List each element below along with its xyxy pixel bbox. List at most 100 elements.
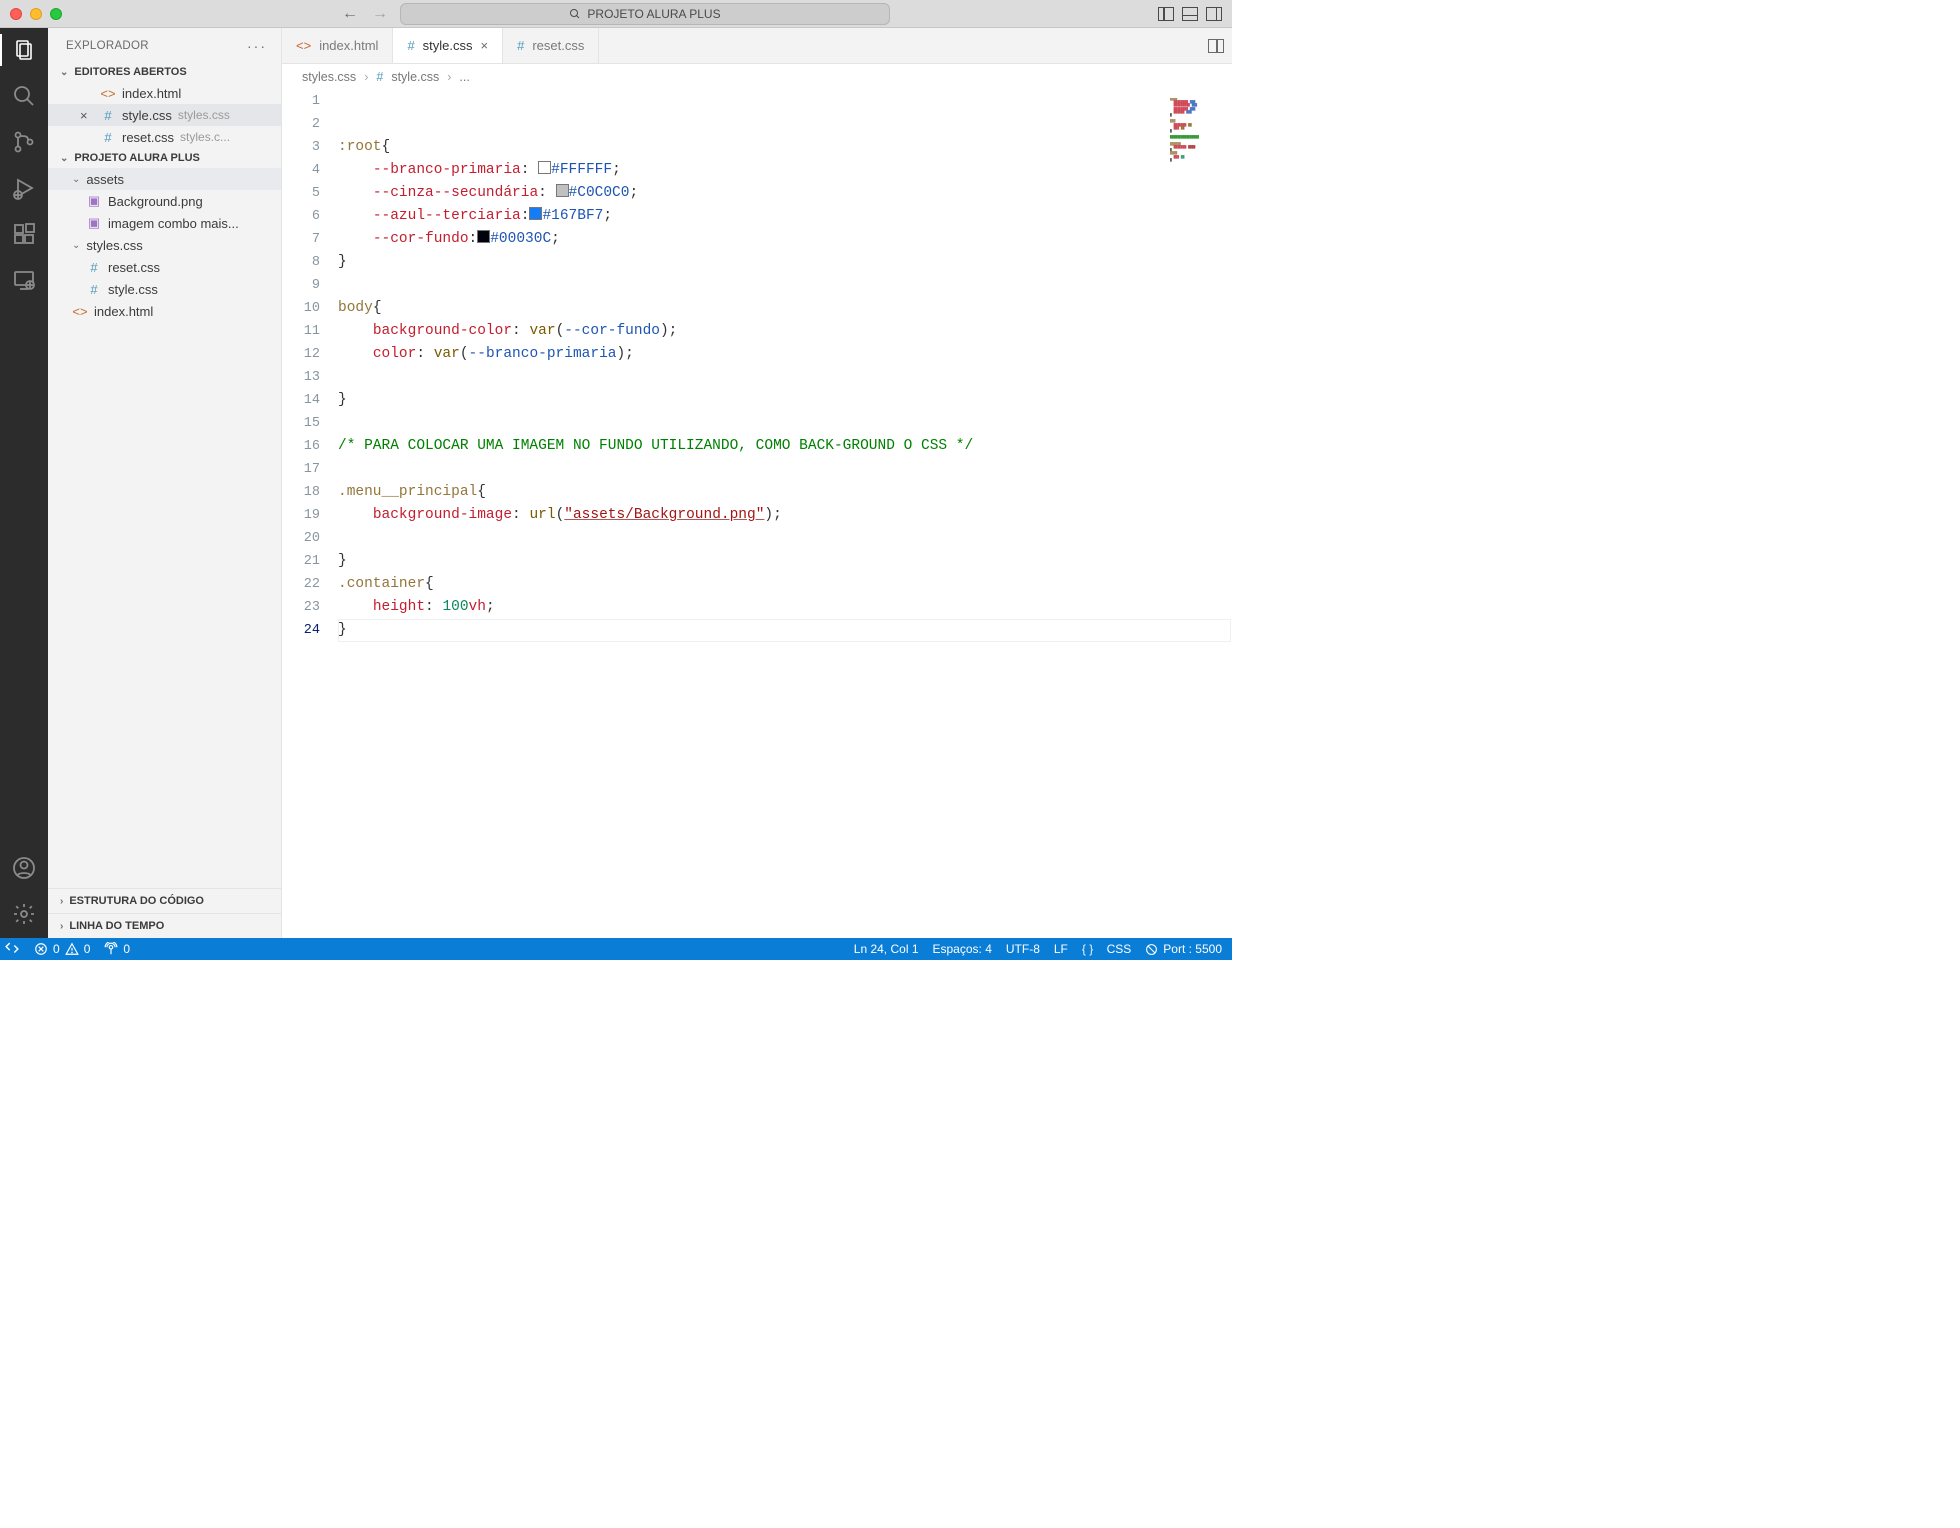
chevron-right-icon: › [60, 896, 63, 907]
editor-area: <> index.html # style.css × # reset.css … [282, 28, 1232, 938]
close-window-button[interactable] [10, 8, 22, 20]
language-indicator[interactable]: { } CSS [1082, 942, 1131, 956]
file-item[interactable]: <> index.html [48, 300, 281, 322]
activity-bar [0, 28, 48, 938]
breadcrumb[interactable]: styles.css › # style.css › ... [282, 64, 1232, 90]
encoding-indicator[interactable]: UTF-8 [1006, 942, 1040, 956]
editor-tabs: <> index.html # style.css × # reset.css [282, 28, 1232, 64]
minimap[interactable]: ████ ████████ ███ █████████ ███ ████████… [1170, 98, 1226, 162]
split-editor-icon[interactable] [1208, 39, 1224, 53]
tab-style-css[interactable]: # style.css × [393, 28, 503, 63]
file-path-hint: styles.css [178, 108, 230, 122]
color-swatch [529, 207, 542, 220]
color-swatch [477, 230, 490, 243]
file-path-hint: styles.c... [180, 130, 230, 144]
eol-indicator[interactable]: LF [1054, 942, 1068, 956]
css-file-icon: # [517, 38, 524, 53]
toggle-panel-icon[interactable] [1182, 7, 1198, 21]
project-section-label: PROJETO ALURA PLUS [74, 152, 200, 164]
remote-explorer-activity-icon[interactable] [10, 266, 38, 294]
folder-label: styles.css [86, 238, 142, 253]
maximize-window-button[interactable] [50, 8, 62, 20]
file-label: imagem combo mais... [108, 216, 239, 231]
nav-forward-icon[interactable]: → [372, 5, 388, 23]
file-label: reset.css [108, 260, 160, 275]
file-label: Background.png [108, 194, 203, 209]
close-tab-icon[interactable]: × [481, 38, 489, 53]
extensions-activity-icon[interactable] [10, 220, 38, 248]
project-section[interactable]: ⌄ PROJETO ALURA PLUS [48, 148, 281, 168]
breadcrumb-symbol[interactable]: ... [459, 70, 469, 84]
command-center-text: PROJETO ALURA PLUS [587, 7, 720, 21]
html-file-icon: <> [100, 86, 116, 101]
folder-item[interactable]: ⌄ assets [48, 168, 281, 190]
open-editors-label: EDITORES ABERTOS [74, 66, 186, 78]
indentation-indicator[interactable]: Espaços: 4 [933, 942, 992, 956]
file-item[interactable]: ▣ imagem combo mais... [48, 212, 281, 234]
code-editor[interactable]: 123456789101112131415161718192021222324 … [282, 90, 1232, 938]
css-file-icon: # [100, 130, 116, 145]
css-file-icon: # [86, 260, 102, 275]
file-label: style.css [108, 282, 158, 297]
breadcrumb-file[interactable]: style.css [391, 70, 439, 84]
css-file-icon: # [376, 70, 383, 84]
accounts-activity-icon[interactable] [10, 854, 38, 882]
file-item[interactable]: # reset.css [48, 256, 281, 278]
remote-indicator[interactable] [0, 938, 24, 960]
file-item[interactable]: # style.css [48, 278, 281, 300]
tab-reset-css[interactable]: # reset.css [503, 28, 599, 63]
problems-indicator[interactable]: 0 0 [34, 942, 90, 956]
live-server-indicator[interactable]: Port : 5500 [1145, 942, 1222, 956]
source-control-activity-icon[interactable] [10, 128, 38, 156]
line-numbers: 123456789101112131415161718192021222324 [282, 90, 338, 938]
file-label: index.html [122, 86, 181, 101]
open-editor-item[interactable]: × # style.css styles.css [48, 104, 281, 126]
search-activity-icon[interactable] [10, 82, 38, 110]
open-editor-item[interactable]: # reset.css styles.c... [48, 126, 281, 148]
chevron-down-icon: ⌄ [60, 67, 68, 78]
run-debug-activity-icon[interactable] [10, 174, 38, 202]
tab-label: style.css [423, 38, 473, 53]
explorer-more-icon[interactable]: ··· [247, 38, 267, 54]
open-editor-item[interactable]: <> index.html [48, 82, 281, 104]
window-controls [10, 8, 62, 20]
toggle-secondary-sidebar-icon[interactable] [1206, 7, 1222, 21]
color-swatch [556, 184, 569, 197]
chevron-right-icon: › [60, 921, 63, 932]
minimize-window-button[interactable] [30, 8, 42, 20]
tab-index-html[interactable]: <> index.html [282, 28, 393, 63]
outline-section[interactable]: › ESTRUTURA DO CÓDIGO [48, 888, 281, 913]
close-icon[interactable]: × [80, 108, 94, 123]
html-file-icon: <> [72, 304, 88, 319]
breadcrumb-folder[interactable]: styles.css [302, 70, 356, 84]
chevron-right-icon: › [364, 70, 368, 84]
explorer-activity-icon[interactable] [10, 36, 38, 64]
open-editors-list: <> index.html × # style.css styles.css #… [48, 82, 281, 148]
timeline-section[interactable]: › LINHA DO TEMPO [48, 913, 281, 938]
folder-item[interactable]: ⌄ styles.css [48, 234, 281, 256]
nav-arrows: ← → [342, 5, 388, 23]
file-tree: ⌄ assets ▣ Background.png ▣ imagem combo… [48, 168, 281, 322]
toggle-primary-sidebar-icon[interactable] [1158, 7, 1174, 21]
ports-indicator[interactable]: 0 [104, 942, 130, 956]
file-label: style.css [122, 108, 172, 123]
file-label: reset.css [122, 130, 174, 145]
settings-activity-icon[interactable] [10, 900, 38, 928]
open-editors-section[interactable]: ⌄ EDITORES ABERTOS [48, 62, 281, 82]
file-item[interactable]: ▣ Background.png [48, 190, 281, 212]
timeline-label: LINHA DO TEMPO [69, 920, 164, 932]
html-file-icon: <> [296, 38, 311, 53]
chevron-down-icon: ⌄ [72, 174, 80, 185]
command-center[interactable]: PROJETO ALURA PLUS [400, 3, 890, 25]
cursor-position[interactable]: Ln 24, Col 1 [854, 942, 919, 956]
nav-back-icon[interactable]: ← [342, 5, 358, 23]
chevron-down-icon: ⌄ [72, 240, 80, 251]
image-file-icon: ▣ [86, 215, 102, 231]
title-bar: ← → PROJETO ALURA PLUS [0, 0, 1232, 28]
layout-controls [1158, 7, 1222, 21]
chevron-right-icon: › [447, 70, 451, 84]
code-content[interactable]: :root{ --branco-primaria: #FFFFFF; --cin… [338, 90, 1232, 938]
tab-label: reset.css [532, 38, 584, 53]
status-bar: 0 0 0 Ln 24, Col 1 Espaços: 4 UTF-8 LF {… [0, 938, 1232, 960]
folder-label: assets [86, 172, 124, 187]
